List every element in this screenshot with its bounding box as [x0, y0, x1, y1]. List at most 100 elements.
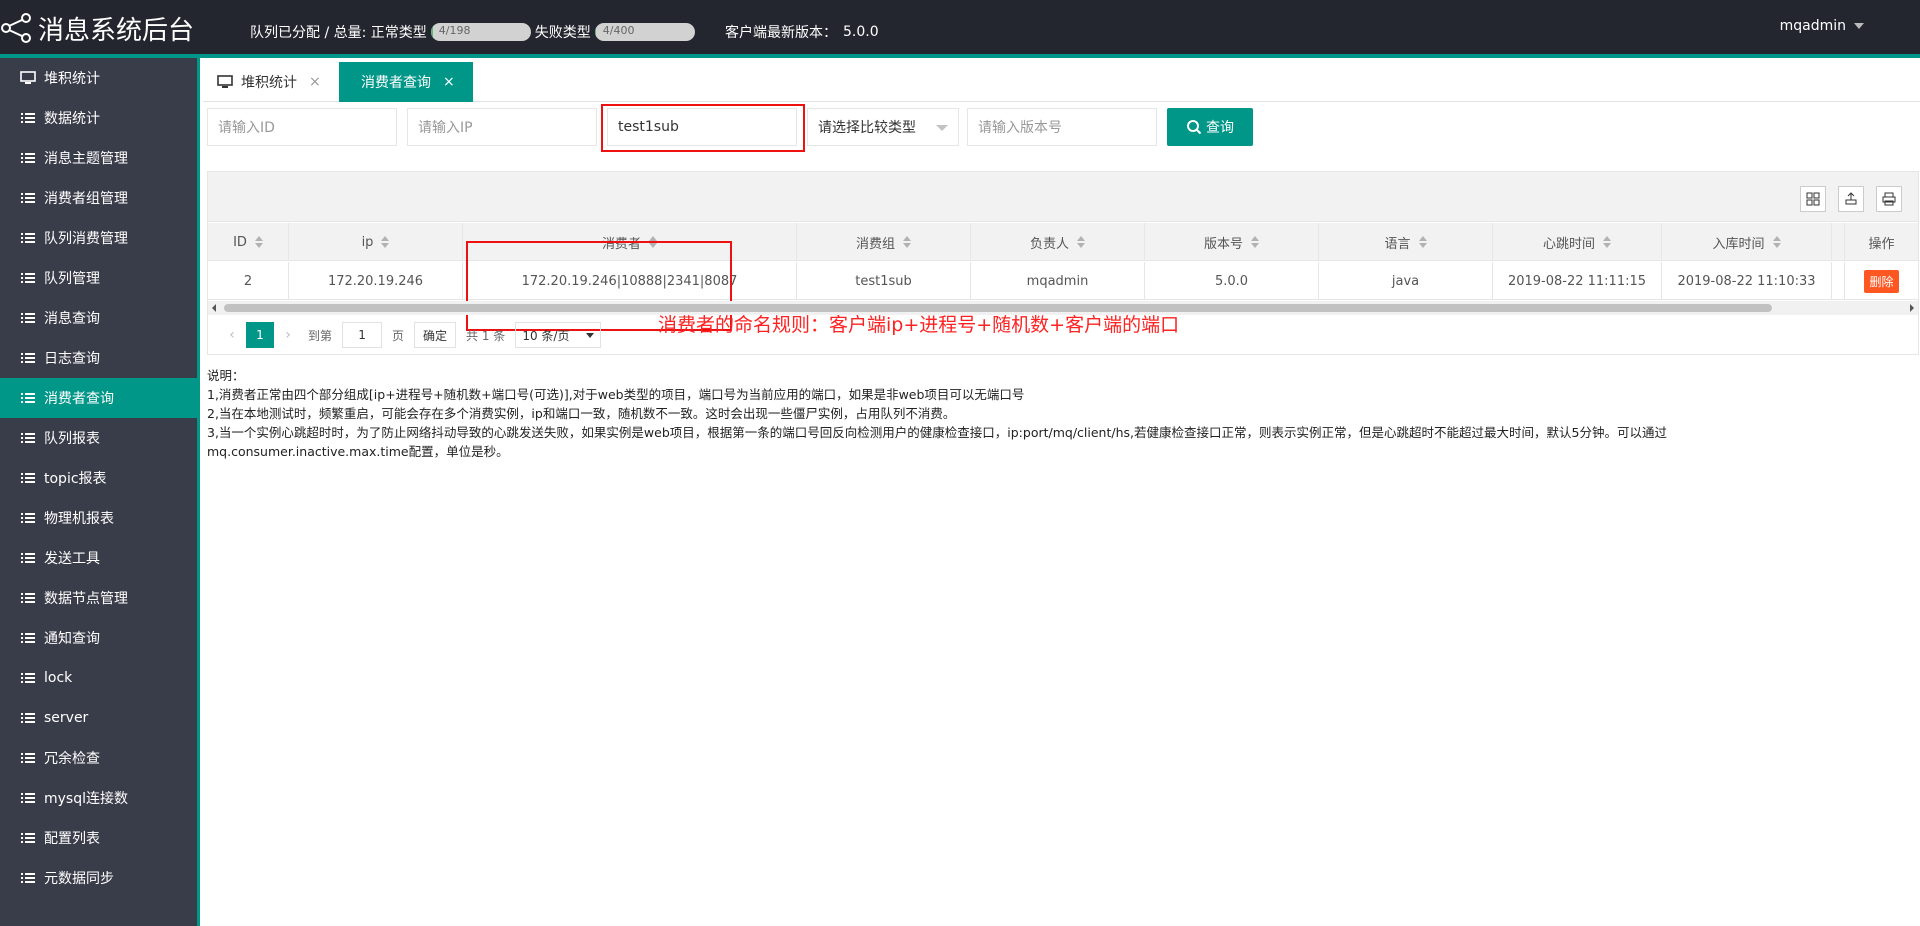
version-input[interactable]: 请输入版本号 — [967, 108, 1157, 146]
sidebar-item[interactable]: 消费者组管理 — [0, 178, 197, 218]
notes-line-4: mq.consumer.inactive.max.time配置，单位是秒。 — [207, 444, 509, 459]
col-label: ip — [361, 234, 374, 250]
sidebar-item-label: lock — [44, 670, 73, 686]
page-input[interactable]: 1 — [342, 322, 383, 348]
col-owner[interactable]: 负责人 — [971, 223, 1145, 261]
sidebar-item[interactable]: 队列管理 — [0, 258, 197, 298]
sort-icon[interactable] — [1603, 236, 1611, 248]
next-page-icon[interactable]: › — [274, 327, 302, 343]
sidebar-item[interactable]: 队列报表 — [0, 418, 197, 458]
list-icon — [21, 873, 35, 883]
list-icon — [21, 153, 35, 163]
sidebar-item[interactable]: lock — [0, 658, 197, 698]
total-count: 共 1 条 — [466, 328, 506, 343]
top-header: 消息系统后台 队列已分配 / 总量: 正常类型 4/198 失败类型 4/400… — [0, 0, 1920, 58]
sidebar-item-label: 队列报表 — [44, 431, 100, 447]
normal-progress-bar: 4/198 — [430, 23, 531, 41]
col-heartbeat[interactable]: 心跳时间 — [1493, 223, 1662, 261]
sidebar-item[interactable]: 消费者查询 — [0, 378, 197, 418]
prev-page-icon[interactable]: ‹ — [218, 327, 246, 343]
sidebar-item-label: 通知查询 — [44, 631, 100, 647]
columns-filter-icon[interactable] — [1800, 186, 1826, 212]
compare-type-select[interactable]: 请选择比较类型 — [807, 108, 959, 146]
col-ip[interactable]: ip — [289, 223, 463, 261]
sidebar-item[interactable]: 队列消费管理 — [0, 218, 197, 258]
sidebar-item[interactable]: 数据统计 — [0, 98, 197, 138]
close-icon[interactable]: × — [443, 74, 455, 90]
queue-label: 队列已分配 / 总量: 正常类型 — [250, 25, 427, 41]
sidebar-item[interactable]: 数据节点管理 — [0, 578, 197, 618]
sort-icon[interactable] — [1772, 236, 1781, 248]
app-logo[interactable]: 消息系统后台 — [0, 10, 194, 46]
col-stored[interactable]: 入库时间 — [1662, 223, 1832, 261]
sort-icon[interactable] — [1251, 236, 1259, 248]
sidebar-item[interactable]: 堆积统计 — [0, 58, 197, 98]
print-icon[interactable] — [1876, 186, 1902, 212]
sidebar-item[interactable]: 发送工具 — [0, 538, 197, 578]
sidebar-item[interactable]: mysql连接数 — [0, 778, 197, 818]
col-action: 操作 — [1844, 223, 1918, 261]
col-id[interactable]: ID — [208, 223, 289, 261]
sort-icon[interactable] — [903, 236, 911, 248]
search-label: 查询 — [1206, 120, 1234, 136]
cell-action: 删除 — [1844, 262, 1918, 300]
list-icon — [21, 513, 35, 523]
sidebar-item[interactable]: 冗余检查 — [0, 738, 197, 778]
notes-line-1: 1,消费者正常由四个部分组成[ip+进程号+随机数+端口号(可选)],对于web… — [207, 387, 1025, 402]
sidebar-item[interactable]: 物理机报表 — [0, 498, 197, 538]
cell-owner: mqadmin — [971, 262, 1145, 300]
sort-icon[interactable] — [1077, 236, 1085, 248]
sidebar-item[interactable]: topic报表 — [0, 458, 197, 498]
delete-button[interactable]: 删除 — [1864, 269, 1899, 293]
page-unit: 页 — [392, 328, 405, 343]
tab-consumer-query[interactable]: 消费者查询 × — [339, 62, 473, 102]
sidebar-item-label: 消息主题管理 — [44, 151, 128, 167]
close-icon[interactable]: × — [309, 74, 321, 90]
sidebar-item[interactable]: server — [0, 698, 197, 738]
scroll-left-icon[interactable] — [212, 304, 216, 312]
sort-icon[interactable] — [381, 236, 390, 248]
monitor-icon — [20, 71, 36, 84]
notes-title: 说明： — [207, 368, 245, 383]
table-row[interactable]: 2 172.20.19.246 172.20.19.246|10888|2341… — [208, 262, 1918, 300]
tab-label: 消费者查询 — [361, 75, 431, 91]
list-icon — [21, 793, 35, 803]
sidebar-item-label: 队列管理 — [44, 271, 100, 287]
fail-progress-bar: 4/400 — [594, 23, 695, 41]
ip-input[interactable]: 请输入IP — [407, 108, 597, 146]
scroll-right-icon[interactable] — [1910, 304, 1914, 312]
page-size-select[interactable]: 10 条/页 — [515, 322, 602, 348]
list-icon — [21, 353, 35, 363]
sidebar-item-label: 物理机报表 — [44, 511, 114, 527]
monitor-icon — [217, 75, 233, 88]
export-icon[interactable] — [1838, 186, 1864, 212]
id-input[interactable]: 请输入ID — [207, 108, 397, 146]
col-version[interactable]: 版本号 — [1145, 223, 1319, 261]
col-label: 入库时间 — [1712, 236, 1765, 252]
sidebar-item[interactable]: 元数据同步 — [0, 858, 197, 898]
chevron-down-icon — [936, 125, 948, 131]
sidebar-item-label: 堆积统计 — [44, 71, 100, 87]
sidebar-item[interactable]: 日志查询 — [0, 338, 197, 378]
notes-line-3: 3,当一个实例心跳超时时，为了防止网络抖动导致的心跳发送失败，如果实例是web项… — [207, 425, 1667, 440]
confirm-button[interactable]: 确定 — [414, 322, 457, 348]
sidebar-item-label: mysql连接数 — [44, 791, 128, 807]
cell-stored: 2019-08-22 11:10:33 — [1662, 262, 1832, 300]
current-page[interactable]: 1 — [246, 322, 274, 348]
cell-ip: 172.20.19.246 — [289, 262, 463, 300]
sort-icon[interactable] — [254, 236, 263, 248]
list-icon — [21, 393, 35, 403]
sidebar-item[interactable]: 消息查询 — [0, 298, 197, 338]
user-menu[interactable]: mqadmin — [1780, 18, 1864, 34]
col-language[interactable]: 语言 — [1319, 223, 1493, 261]
tab-backlog-stats[interactable]: 堆积统计 × — [203, 62, 335, 102]
search-button[interactable]: 查询 — [1167, 108, 1253, 146]
sort-icon[interactable] — [1418, 236, 1427, 248]
sidebar-item[interactable]: 通知查询 — [0, 618, 197, 658]
sidebar-item[interactable]: 配置列表 — [0, 818, 197, 858]
cell-group: test1sub — [797, 262, 971, 300]
sidebar-item[interactable]: 消息主题管理 — [0, 138, 197, 178]
col-label: 版本号 — [1203, 236, 1243, 252]
col-label: 消费组 — [855, 236, 895, 252]
col-group[interactable]: 消费组 — [797, 223, 971, 261]
